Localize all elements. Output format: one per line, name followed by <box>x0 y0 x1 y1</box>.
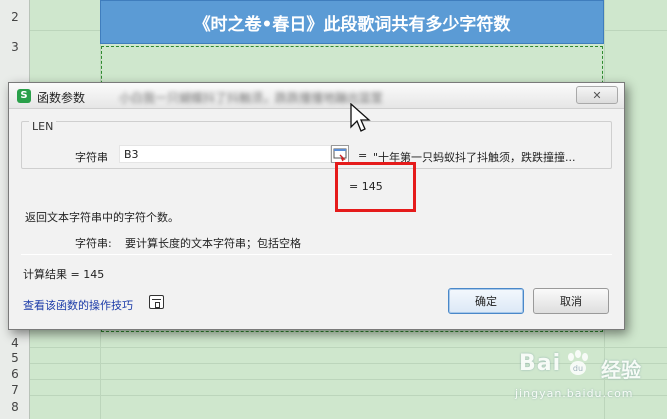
parameter-description: 要计算长度的文本字符串；包括空格 <box>125 237 301 250</box>
watermark-url: jingyan.baidu.com <box>515 387 634 400</box>
range-select-icon <box>333 148 347 162</box>
argument-label: 字符串 <box>75 151 108 164</box>
row-number[interactable]: 4 <box>0 336 30 350</box>
function-help-link[interactable]: 查看该函数的操作技巧 <box>23 297 133 313</box>
function-name: LEN <box>29 120 57 133</box>
svg-text:du: du <box>573 364 583 373</box>
row-number[interactable]: 5 <box>0 351 30 365</box>
mouse-cursor-icon <box>350 103 371 132</box>
parameter-name: 字符串: <box>75 237 112 250</box>
wps-spreadsheet-icon: S <box>17 89 31 103</box>
watermark-brand: Bai <box>519 351 562 376</box>
function-arguments-dialog: S 函数参数 小白我一只蝴蝶抖了抖触须，跌跌撞撞地蹦出篮筐 ✕ LEN 字符串 … <box>8 82 625 330</box>
row-number[interactable]: 2 <box>0 10 30 24</box>
cell-reference-button[interactable] <box>331 145 349 163</box>
section-divider <box>21 254 612 255</box>
watermark-brand-cn: 经验 <box>601 358 641 382</box>
video-help-icon[interactable] <box>149 295 164 309</box>
argument-equals: = <box>358 149 368 162</box>
row-number[interactable]: 8 <box>0 400 30 414</box>
close-button[interactable]: ✕ <box>576 86 618 104</box>
row-number[interactable]: 3 <box>0 40 30 54</box>
argument-input[interactable]: B3 <box>119 145 331 163</box>
ok-button[interactable]: 确定 <box>448 288 524 314</box>
calculation-result: 计算结果 = 145 <box>23 268 105 281</box>
red-highlight-box <box>335 162 416 212</box>
paw-logo-icon: du <box>568 350 588 375</box>
baidu-watermark: Bai du 经验 jingyan.baidu.com <box>509 349 659 407</box>
dialog-titlebar[interactable]: S 函数参数 小白我一只蝴蝶抖了抖触须，跌跌撞撞地蹦出篮筐 ✕ <box>9 83 624 109</box>
dialog-title: 函数参数 <box>37 91 86 105</box>
title-cell[interactable]: 《时之卷•春日》此段歌词共有多少字符数 <box>100 0 604 44</box>
grid-row-line <box>30 347 667 348</box>
function-description: 返回文本字符串中的字符个数。 <box>25 211 179 224</box>
cancel-button[interactable]: 取消 <box>533 288 609 314</box>
row-number[interactable]: 6 <box>0 367 30 381</box>
row-number[interactable]: 7 <box>0 383 30 397</box>
blurred-background-text: 小白我一只蝴蝶抖了抖触须，跌跌撞撞地蹦出篮筐 <box>119 91 384 105</box>
